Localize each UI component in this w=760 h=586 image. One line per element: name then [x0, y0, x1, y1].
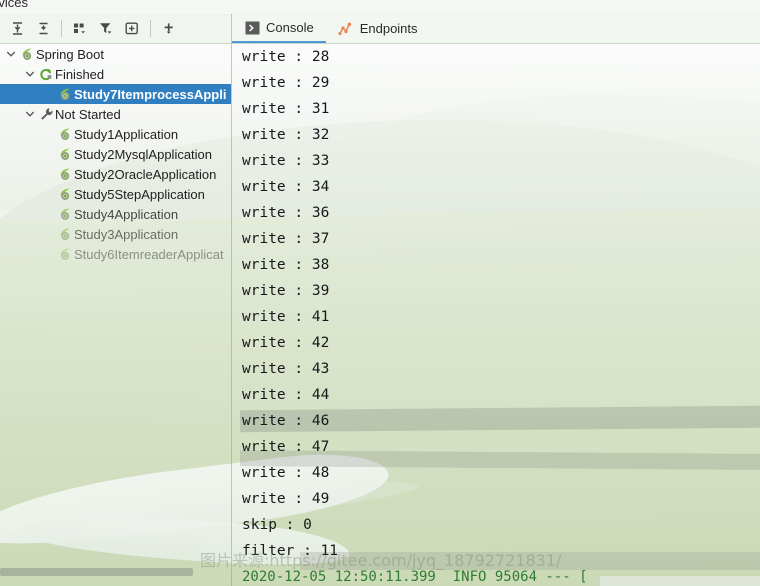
console-line: write : 47	[242, 439, 330, 455]
console-line: write : 46	[242, 413, 330, 429]
scrollbar-thumb[interactable]	[0, 568, 193, 576]
spring-boot-icon	[18, 47, 36, 61]
console-output[interactable]: write : 28 write : 29 write : 31 write : 32…	[232, 44, 760, 586]
console-line: skip : 0	[242, 517, 312, 533]
tree-item[interactable]: Study2MysqlApplication	[0, 144, 231, 164]
console-line: write : 49	[242, 491, 330, 507]
chevron-down-icon[interactable]	[23, 109, 37, 119]
console-line: write : 39	[242, 283, 330, 299]
tree-item[interactable]: Study3Application	[0, 224, 231, 244]
expand-all-icon[interactable]	[4, 17, 30, 41]
spring-boot-icon	[56, 207, 74, 221]
tree-item-label: Study2OracleApplication	[74, 166, 217, 182]
spring-boot-icon	[56, 227, 74, 241]
tree-item-label: Finished	[55, 66, 105, 82]
spring-boot-icon	[56, 127, 74, 141]
tree-item-label: Study4Application	[74, 206, 179, 222]
tree-item[interactable]: Study1Application	[0, 124, 231, 144]
console-tabbar: Console Endpoints	[232, 14, 760, 44]
console-line: write : 44	[242, 387, 330, 403]
tree-item-label: Spring Boot	[36, 46, 104, 62]
tab-endpoints-label: Endpoints	[359, 21, 418, 36]
tree-item-label: Study1Application	[74, 126, 179, 142]
group-by-icon[interactable]	[67, 17, 93, 41]
console-line: write : 41	[242, 309, 330, 325]
console-line: write : 31	[242, 101, 330, 117]
tree-item[interactable]: Study6ItemreaderApplicat	[0, 244, 231, 264]
finished-icon	[37, 67, 55, 81]
tab-endpoints[interactable]: Endpoints	[326, 14, 430, 43]
spring-boot-icon	[56, 167, 74, 181]
console-line: write : 32	[242, 127, 330, 143]
tree-item[interactable]: Not Started	[0, 104, 231, 124]
tree-item-label: Study6ItemreaderApplicat	[74, 246, 224, 262]
sidebar-horizontal-scrollbar[interactable]	[0, 567, 231, 577]
console-line: write : 37	[242, 231, 330, 247]
tree-item[interactable]: Spring Boot	[0, 44, 231, 64]
endpoints-chart-icon	[338, 21, 354, 37]
tab-console[interactable]: Console	[232, 14, 326, 43]
add-icon[interactable]	[156, 17, 182, 41]
tree-item[interactable]: Study2OracleApplication	[0, 164, 231, 184]
services-tree[interactable]: Spring Boot Finished Study7ItemprocessAppl…	[0, 44, 231, 577]
console-line: write : 36	[242, 205, 330, 221]
chevron-down-icon[interactable]	[4, 49, 18, 59]
collapse-all-icon[interactable]	[30, 17, 56, 41]
console-icon	[244, 20, 260, 36]
tool-window-title: rvices	[0, 0, 760, 15]
chevron-down-icon[interactable]	[23, 69, 37, 79]
tree-item-label: Study2MysqlApplication	[74, 146, 213, 162]
console-line: write : 43	[242, 361, 330, 377]
toolbar-separator-1	[61, 20, 62, 37]
spring-boot-icon	[56, 187, 74, 201]
toolbar-separator-2	[150, 20, 151, 37]
add-tab-icon[interactable]	[119, 17, 145, 41]
watermark-text: 图片来源:https://gitee.com/jyq_18792721831/	[200, 551, 562, 570]
services-sidebar: Spring Boot Finished Study7ItemprocessAppl…	[0, 14, 231, 586]
sidebar-toolbar	[0, 14, 231, 44]
console-horizontal-scrollbar[interactable]	[600, 576, 760, 586]
tree-item-label: Not Started	[55, 106, 121, 122]
wrench-icon	[37, 107, 55, 121]
tree-item-label: Study5StepApplication	[74, 186, 205, 202]
spring-boot-icon	[56, 247, 74, 261]
tree-item[interactable]: Study5StepApplication	[0, 184, 231, 204]
console-line: write : 38	[242, 257, 330, 273]
console-line: write : 33	[242, 153, 330, 169]
tree-item-label: Study7ItemprocessAppli	[74, 86, 227, 102]
console-line: write : 34	[242, 179, 330, 195]
console-line: write : 48	[242, 465, 330, 481]
console-line: write : 29	[242, 75, 330, 91]
tab-console-label: Console	[266, 20, 314, 35]
tool-window-title-text: rvices	[0, 0, 28, 10]
tree-item[interactable]: Study7ItemprocessAppli	[0, 84, 231, 104]
tree-item[interactable]: Study4Application	[0, 204, 231, 224]
spring-boot-icon	[56, 87, 74, 101]
console-line: write : 42	[242, 335, 330, 351]
filter-icon[interactable]	[93, 17, 119, 41]
console-panel: Console Endpoints write : 28 write : 29 wr…	[232, 14, 760, 586]
tree-item[interactable]: Finished	[0, 64, 231, 84]
spring-boot-icon	[56, 147, 74, 161]
console-line: write : 28	[242, 49, 330, 65]
tree-item-label: Study3Application	[74, 226, 179, 242]
